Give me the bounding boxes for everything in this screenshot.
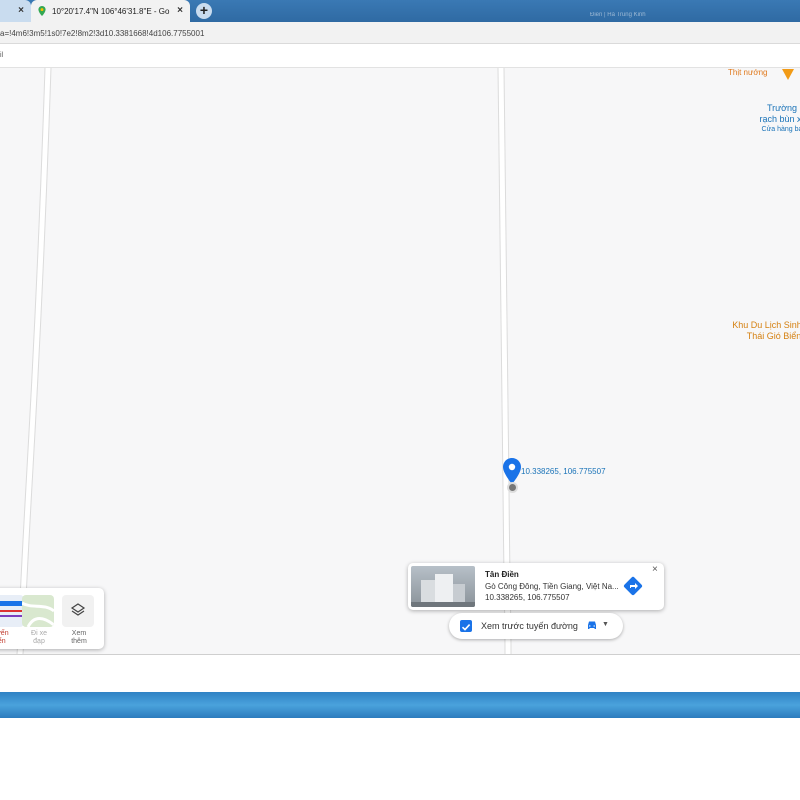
transit-layer-label: uyến iển	[0, 630, 9, 645]
tab-close-icon[interactable]: ×	[177, 5, 183, 16]
place-coordinates: 10.338265, 106.775507	[485, 593, 570, 602]
transit-map-icon	[0, 601, 24, 617]
tab-title: 10°20'17.4"N 106°46'31.8"E - Go	[52, 6, 170, 16]
tab-close-icon[interactable]: ×	[18, 5, 24, 16]
pin-coordinate-label: 10.338265, 106.775507	[521, 467, 606, 476]
bookmark-item[interactable]: il	[0, 52, 3, 59]
browser-tab[interactable]: ×	[0, 0, 31, 22]
restaurant-marker-icon[interactable]	[781, 68, 795, 80]
os-taskbar	[0, 692, 800, 718]
poi-label-store[interactable]: Cửa hàng bá	[752, 125, 800, 135]
place-address: Gò Công Đông, Tiền Giang, Việt Na...	[485, 582, 619, 591]
more-layers-label: Xem thêm	[71, 630, 87, 645]
url-text[interactable]: a=!4m6!3m5!1s0!7e2!8m2!3d10.3381668!4d10…	[0, 29, 204, 38]
poi-label-rach[interactable]: rạch bùn xả	[748, 114, 800, 124]
address-bar[interactable]: a=!4m6!3m5!1s0!7e2!8m2!3d10.3381668!4d10…	[0, 22, 800, 44]
map-canvas[interactable]: Thịt nướng Trường rạch bùn xả Cửa hàng b…	[0, 68, 800, 654]
checkmark-icon	[461, 624, 471, 631]
poi-label-resort-sub[interactable]: Thái Gió Biển	[734, 331, 800, 341]
preview-label: Xem trước tuyến đường	[481, 621, 578, 631]
bike-map-icon	[22, 601, 54, 627]
place-thumbnail[interactable]	[411, 566, 475, 607]
roads-layer	[16, 68, 512, 654]
place-title: Tân Điền	[485, 570, 519, 579]
page-bottom-area	[0, 654, 800, 692]
more-layers-button[interactable]	[62, 595, 94, 627]
background-window-title: Điền | Hà Trung Kinh	[590, 12, 646, 18]
chevron-down-icon[interactable]: ▼	[602, 621, 609, 628]
layers-icon	[70, 603, 86, 616]
car-icon[interactable]	[586, 620, 598, 631]
close-icon[interactable]: ×	[652, 564, 658, 575]
place-info-card[interactable]: Tân Điền Gò Công Đông, Tiền Giang, Việt …	[408, 563, 664, 610]
transit-layer-button[interactable]	[0, 595, 24, 627]
blank-area	[0, 718, 800, 800]
bike-layer-button[interactable]	[22, 595, 54, 627]
route-preview-toggle[interactable]: Xem trước tuyến đường ▼	[449, 613, 623, 639]
layer-panel: uyến iển Đi xe đạp Xem thêm	[0, 588, 104, 649]
poi-label-school[interactable]: Trường	[752, 103, 800, 113]
directions-icon[interactable]	[623, 576, 643, 596]
new-tab-button[interactable]: +	[196, 3, 212, 19]
building-image-icon	[411, 574, 475, 607]
poi-label-resort[interactable]: Khu Du Lịch Sinh	[722, 320, 800, 330]
pegman-drop-icon[interactable]	[507, 482, 518, 493]
location-pin-icon[interactable]	[503, 458, 521, 484]
tab-strip: × 10°20'17.4"N 106°46'31.8"E - Go × + Đi…	[0, 0, 800, 22]
bike-layer-label: Đi xe đạp	[31, 630, 47, 645]
maps-favicon-icon	[38, 6, 46, 16]
bookmarks-bar: il	[0, 44, 800, 68]
preview-checkbox[interactable]	[460, 620, 472, 632]
browser-tab-active[interactable]: 10°20'17.4"N 106°46'31.8"E - Go ×	[31, 0, 190, 22]
